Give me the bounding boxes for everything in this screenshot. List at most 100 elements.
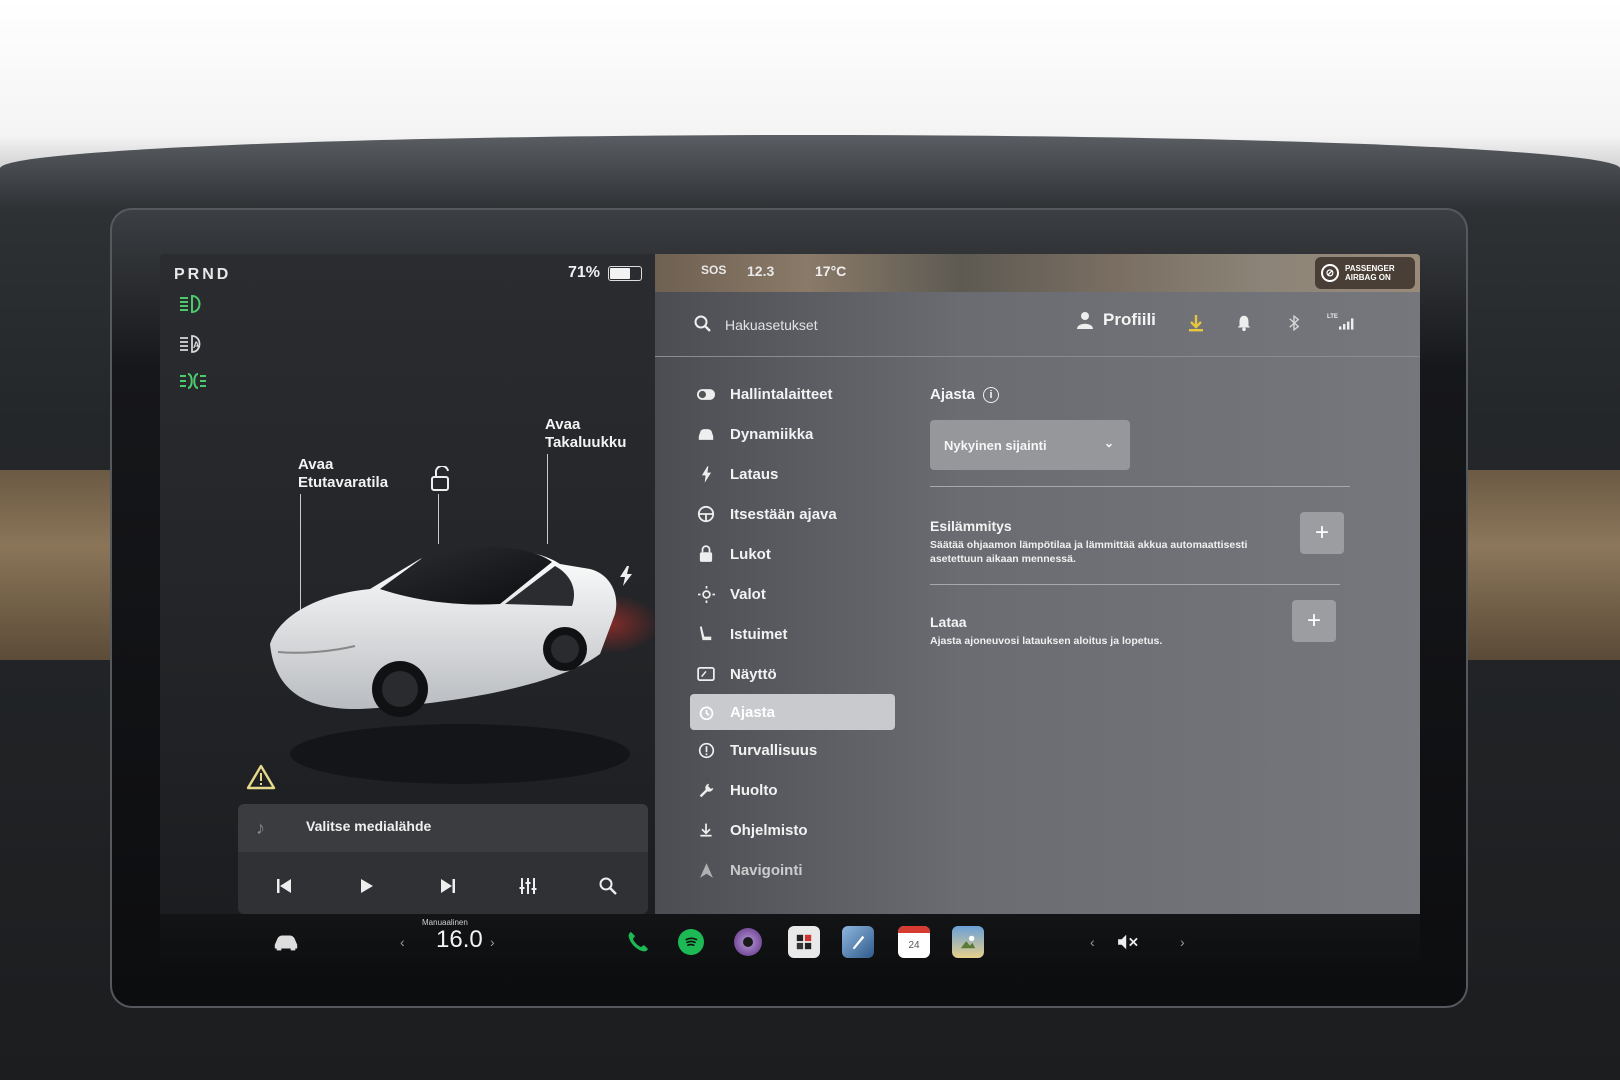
add-charge-button[interactable]: + (1292, 600, 1336, 642)
map-status-bar: SOS 12.3 17°C ⊘ PASSENGER AIRBAG ON (655, 254, 1420, 292)
menu-item-dynamiikka[interactable]: Dynamiikka (690, 414, 895, 454)
outside-temperature: 17°C (815, 263, 847, 279)
person-icon (1077, 312, 1093, 329)
spotify-icon[interactable] (678, 929, 704, 955)
menu-item-label: Valot (730, 585, 766, 603)
menu-item-label: Ajasta (730, 703, 776, 721)
profile-button[interactable]: Profiili (1077, 310, 1156, 330)
media-source-row[interactable]: ♪ Valitse medialähde (238, 804, 648, 852)
menu-item-ajasta[interactable]: Ajasta (690, 694, 895, 730)
toggle-icon (696, 384, 716, 404)
navigation-icon (696, 860, 716, 880)
menu-item-lataus[interactable]: Lataus (690, 454, 895, 494)
volume-up-icon[interactable]: › (1180, 934, 1185, 950)
toybox-icon[interactable] (788, 926, 820, 958)
menu-item-label: Huolto (730, 781, 778, 799)
menu-item-label: Dynamiikka (730, 425, 814, 443)
menu-item-ohjelmisto[interactable]: Ohjelmisto (690, 810, 895, 850)
steering-wheel-icon (696, 504, 716, 524)
section-heading: Ajasta i (930, 386, 1000, 403)
menu-item-itsestään-ajava[interactable]: Itsestään ajava (690, 494, 895, 534)
lock-icon (696, 544, 716, 564)
equalizer-icon[interactable] (514, 872, 542, 900)
menu-item-lukot[interactable]: Lukot (690, 534, 895, 574)
menu-item-istuimet[interactable]: Istuimet (690, 614, 895, 654)
next-icon[interactable] (434, 872, 462, 900)
volume-down-icon[interactable]: ‹ (1090, 934, 1095, 950)
mute-icon[interactable] (1112, 926, 1144, 958)
settings-topbar: Profiili LTE (655, 298, 1420, 357)
download-icon[interactable] (1185, 312, 1207, 334)
play-icon[interactable] (352, 872, 380, 900)
settings-search-input[interactable] (723, 310, 1027, 340)
divider (930, 584, 1340, 585)
location-dropdown[interactable]: Nykyinen sijainti ⌄ (930, 420, 1130, 470)
temp-up-icon[interactable]: › (490, 934, 495, 950)
airbag-label: PASSENGER AIRBAG ON (1345, 264, 1395, 282)
parking-light-icon[interactable] (178, 369, 208, 393)
seat-icon (696, 624, 716, 644)
phone-icon[interactable] (622, 926, 654, 958)
passenger-airbag-indicator: ⊘ PASSENGER AIRBAG ON (1315, 257, 1415, 289)
menu-item-näyttö[interactable]: Näyttö (690, 654, 895, 694)
menu-item-navigointi[interactable]: Navigointi (690, 850, 895, 890)
menu-item-label: Hallintalaitteet (730, 385, 833, 403)
paint-icon[interactable] (842, 926, 874, 958)
info-icon[interactable]: i (983, 386, 1000, 403)
touchscreen: PRND 71% A Avaa Etutavaratila Avaa Takal… (160, 254, 1420, 970)
charge-title: Lataa (930, 614, 967, 630)
media-search-icon[interactable] (594, 872, 622, 900)
menu-item-turvallisuus[interactable]: Turvallisuus (690, 730, 895, 770)
battery-icon (608, 265, 643, 281)
add-preheat-button[interactable]: + (1300, 512, 1344, 554)
battery-percent: 71% (568, 264, 601, 281)
divider (930, 486, 1350, 487)
menu-item-label: Turvallisuus (730, 741, 818, 759)
menu-item-huolto[interactable]: Huolto (690, 770, 895, 810)
warning-icon[interactable] (246, 764, 276, 790)
menu-item-label: Itsestään ajava (730, 505, 837, 523)
bell-icon[interactable] (1233, 312, 1255, 334)
car-model-image (270, 546, 660, 784)
menu-item-label: Ohjelmisto (730, 821, 808, 839)
settings-menu: Hallintalaitteet Dynamiikka Lataus Itsestää… (690, 374, 895, 890)
photos-icon[interactable] (952, 926, 984, 958)
battery-indicator: 71% (568, 264, 643, 282)
page-title: Ajasta (930, 386, 976, 403)
menu-item-label: Lataus (730, 465, 779, 483)
headlight-icon[interactable] (178, 292, 208, 316)
temp-down-icon[interactable]: ‹ (400, 934, 405, 950)
frunk-button[interactable]: Avaa Etutavaratila (298, 456, 408, 492)
unlock-icon[interactable] (430, 464, 454, 492)
clock: 12.3 (747, 263, 775, 279)
menu-item-label: Istuimet (730, 625, 788, 643)
menu-item-hallintalaitteet[interactable]: Hallintalaitteet (690, 374, 895, 414)
calendar-day: 24 (908, 939, 920, 951)
sos-indicator[interactable]: SOS (701, 263, 726, 277)
car-icon[interactable] (270, 926, 302, 958)
cabin-temperature[interactable]: 16.0 (436, 926, 483, 954)
menu-item-label: Näyttö (730, 665, 777, 683)
wood-trim-left (0, 470, 120, 660)
lte-label: LTE (1327, 314, 1338, 320)
calendar-icon[interactable]: 24 (898, 926, 930, 958)
bottom-dock: ‹ Manuaalinen 16.0 › 24 ‹ › (160, 914, 1420, 970)
battery-level (610, 267, 630, 279)
previous-icon[interactable] (270, 872, 298, 900)
camera-icon[interactable] (734, 928, 762, 956)
wrench-icon (696, 780, 716, 800)
safety-icon (696, 740, 716, 760)
bluetooth-icon[interactable] (1283, 312, 1305, 334)
alarm-icon (696, 702, 716, 722)
menu-item-valot[interactable]: Valot (690, 574, 895, 614)
media-source-label[interactable]: Valitse medialähde (306, 818, 431, 834)
lte-signal-icon: LTE (1327, 312, 1357, 334)
preheat-title: Esilämmitys (930, 518, 1012, 534)
download-icon (696, 820, 716, 840)
search-icon (693, 314, 713, 334)
trunk-button[interactable]: Avaa Takaluukku (545, 416, 645, 452)
preheat-description: Säätää ohjaamon lämpötilaa ja lämmittää … (930, 539, 1248, 565)
profile-label: Profiili (1103, 310, 1156, 329)
auto-headlight-icon[interactable]: A (178, 332, 208, 356)
light-icon (696, 584, 716, 604)
